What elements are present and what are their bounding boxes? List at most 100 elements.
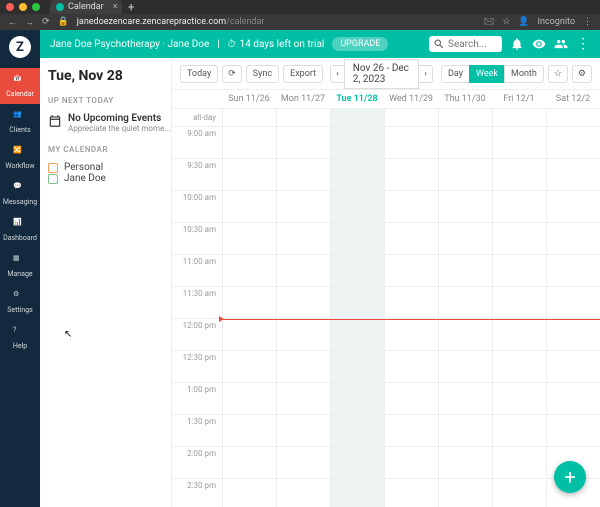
- time-cell[interactable]: [492, 127, 546, 158]
- add-event-fab[interactable]: +: [554, 461, 586, 493]
- time-cell[interactable]: [438, 479, 492, 507]
- time-cell[interactable]: [330, 159, 384, 190]
- browser-tab[interactable]: Calendar ×: [50, 0, 122, 14]
- time-cell[interactable]: [330, 415, 384, 446]
- time-cell[interactable]: [276, 479, 330, 507]
- prev-week-button[interactable]: ‹: [330, 65, 345, 83]
- next-week-button[interactable]: ›: [418, 65, 433, 83]
- time-cell[interactable]: [222, 415, 276, 446]
- view-day-button[interactable]: Day: [441, 65, 470, 83]
- time-cell[interactable]: [222, 287, 276, 318]
- time-cell[interactable]: [438, 447, 492, 478]
- time-cell[interactable]: [276, 319, 330, 350]
- time-cell[interactable]: [384, 255, 438, 286]
- day-header[interactable]: Fri 12/1: [492, 90, 546, 108]
- time-cell[interactable]: [276, 351, 330, 382]
- url-text[interactable]: janedoezencare.zencarepractice.com/calen…: [77, 17, 476, 27]
- allday-cell[interactable]: [222, 109, 276, 126]
- time-cell[interactable]: [330, 255, 384, 286]
- time-cell[interactable]: [276, 127, 330, 158]
- brand-logo[interactable]: Z: [9, 36, 31, 58]
- time-cell[interactable]: [546, 351, 600, 382]
- star-filter-button[interactable]: ☆: [548, 65, 568, 83]
- time-cell[interactable]: [492, 287, 546, 318]
- day-header[interactable]: Sun 11/26: [222, 90, 276, 108]
- time-cell[interactable]: [330, 447, 384, 478]
- time-cell[interactable]: [330, 287, 384, 318]
- time-cell[interactable]: [276, 191, 330, 222]
- time-cell[interactable]: [546, 319, 600, 350]
- time-cell[interactable]: [222, 255, 276, 286]
- calendar-item[interactable]: Jane Doe: [48, 173, 163, 184]
- time-cell[interactable]: [546, 255, 600, 286]
- time-cell[interactable]: [222, 223, 276, 254]
- time-cell[interactable]: [222, 191, 276, 222]
- date-range-label[interactable]: Nov 26 - Dec 2, 2023: [344, 59, 420, 89]
- upgrade-button[interactable]: UPGRADE: [332, 37, 388, 51]
- sync-button[interactable]: Sync: [246, 65, 279, 83]
- bell-icon[interactable]: [510, 37, 524, 51]
- time-cell[interactable]: [330, 383, 384, 414]
- time-cell[interactable]: [222, 383, 276, 414]
- forward-icon[interactable]: →: [25, 17, 34, 28]
- time-cell[interactable]: [276, 223, 330, 254]
- time-cell[interactable]: [546, 159, 600, 190]
- minimize-window-icon[interactable]: [19, 3, 27, 11]
- search-input[interactable]: [448, 39, 498, 50]
- time-cell[interactable]: [276, 415, 330, 446]
- search-box[interactable]: [429, 36, 502, 52]
- time-cell[interactable]: [222, 351, 276, 382]
- allday-cell[interactable]: [492, 109, 546, 126]
- time-cell[interactable]: [276, 287, 330, 318]
- time-cell[interactable]: [276, 447, 330, 478]
- allday-cell[interactable]: [438, 109, 492, 126]
- time-cell[interactable]: [330, 223, 384, 254]
- time-cell[interactable]: [384, 127, 438, 158]
- new-tab-button[interactable]: +: [128, 0, 135, 14]
- nav-item-settings[interactable]: ⚙Settings: [0, 284, 40, 320]
- star-icon[interactable]: ☆: [502, 17, 510, 27]
- people-icon[interactable]: [554, 37, 568, 51]
- time-cell[interactable]: [330, 319, 384, 350]
- time-cell[interactable]: [438, 191, 492, 222]
- time-cell[interactable]: [438, 255, 492, 286]
- time-cell[interactable]: [438, 383, 492, 414]
- day-header[interactable]: Sat 12/2: [546, 90, 600, 108]
- time-cell[interactable]: [222, 447, 276, 478]
- nav-item-manage[interactable]: ▦Manage: [0, 248, 40, 284]
- time-cell[interactable]: [384, 319, 438, 350]
- close-tab-icon[interactable]: ×: [113, 2, 118, 12]
- time-cell[interactable]: [438, 223, 492, 254]
- time-cell[interactable]: [492, 447, 546, 478]
- nav-item-workflow[interactable]: 🔀Workflow: [0, 140, 40, 176]
- nav-item-dashboard[interactable]: 📊Dashboard: [0, 212, 40, 248]
- time-cell[interactable]: [384, 159, 438, 190]
- refresh-button[interactable]: ⟳: [222, 65, 242, 83]
- time-cell[interactable]: [546, 223, 600, 254]
- export-button[interactable]: Export: [283, 65, 323, 83]
- calendar-settings-button[interactable]: ⚙: [572, 65, 592, 83]
- time-cell[interactable]: [222, 479, 276, 507]
- time-cell[interactable]: [384, 191, 438, 222]
- day-header[interactable]: Wed 11/29: [384, 90, 438, 108]
- time-cell[interactable]: [384, 287, 438, 318]
- time-cell[interactable]: [492, 255, 546, 286]
- time-cell[interactable]: [222, 159, 276, 190]
- allday-cell[interactable]: [276, 109, 330, 126]
- time-cell[interactable]: [492, 191, 546, 222]
- time-cell[interactable]: [384, 415, 438, 446]
- time-cell[interactable]: [492, 351, 546, 382]
- nav-item-clients[interactable]: 👥Clients: [0, 104, 40, 140]
- time-cell[interactable]: [384, 223, 438, 254]
- time-cell[interactable]: [546, 191, 600, 222]
- day-header[interactable]: Mon 11/27: [276, 90, 330, 108]
- back-icon[interactable]: ←: [8, 17, 17, 28]
- time-cell[interactable]: [438, 415, 492, 446]
- day-header[interactable]: Tue 11/28: [330, 90, 384, 108]
- nav-item-help[interactable]: ?Help: [0, 320, 40, 356]
- reload-icon[interactable]: ⟳: [42, 17, 50, 28]
- allday-cell[interactable]: [546, 109, 600, 126]
- time-cell[interactable]: [492, 223, 546, 254]
- allday-cell[interactable]: [384, 109, 438, 126]
- time-cell[interactable]: [492, 415, 546, 446]
